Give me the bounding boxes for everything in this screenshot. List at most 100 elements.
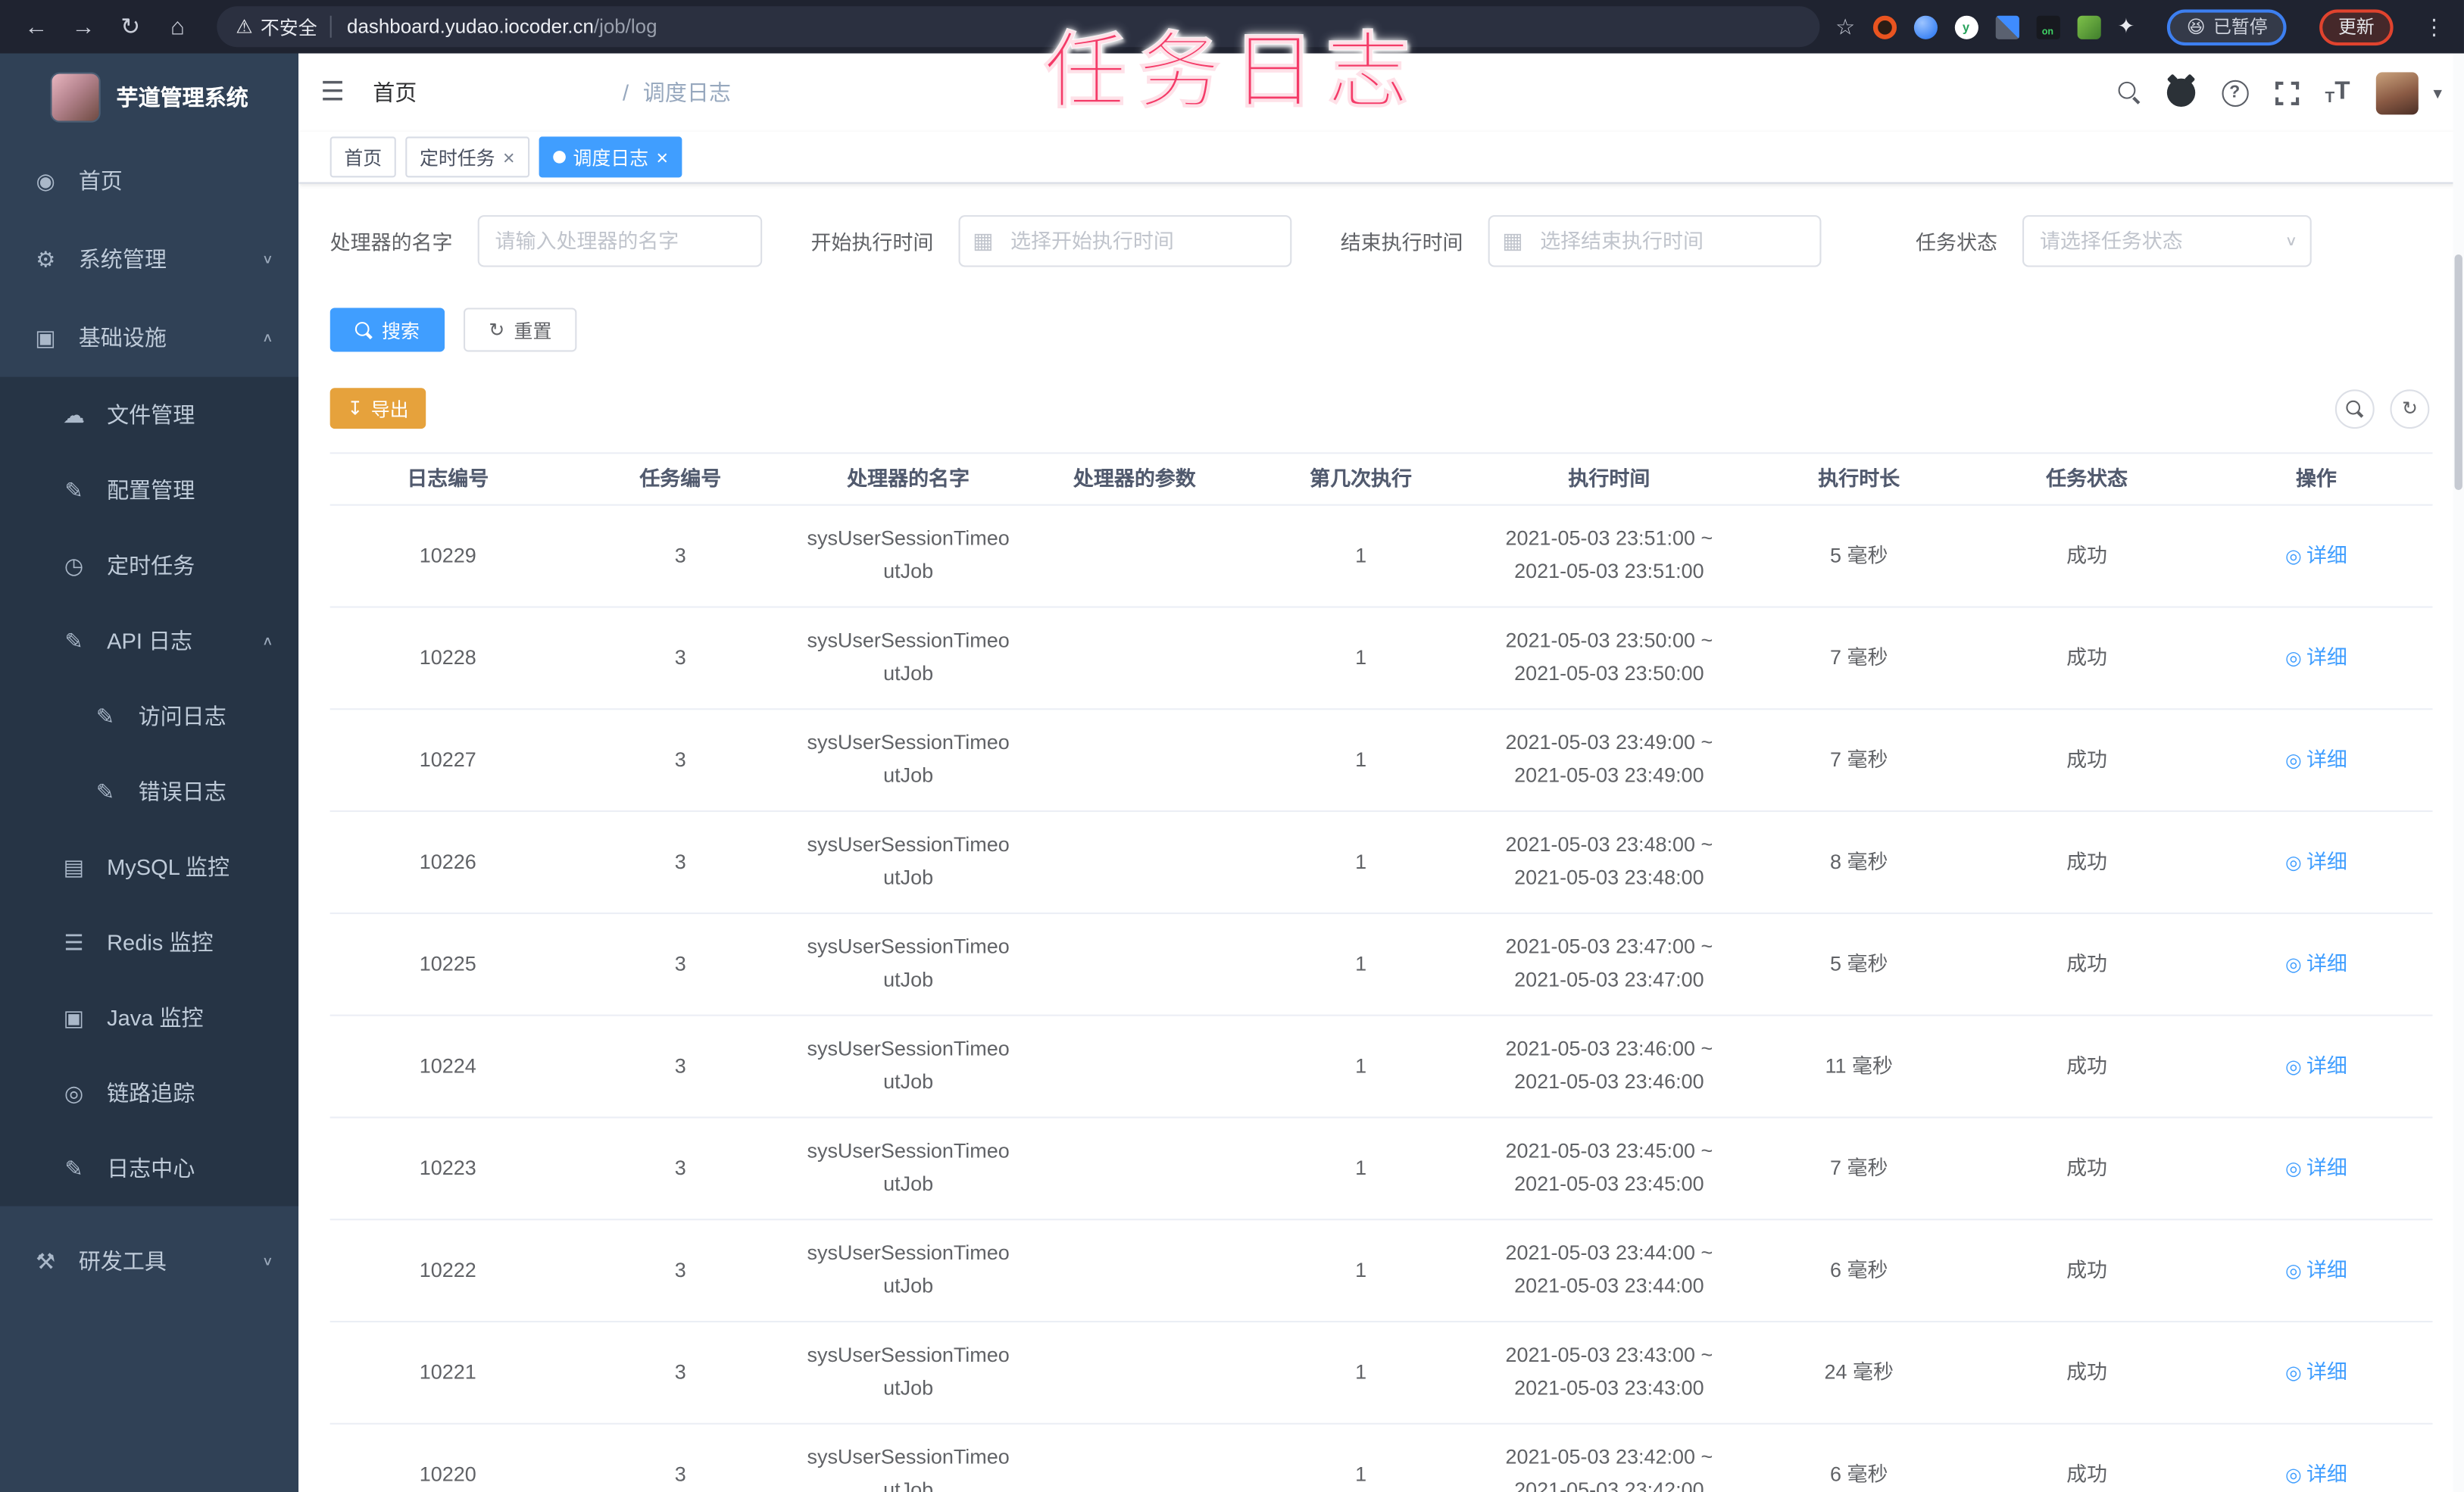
sidebar-item-home[interactable]: ◉ 首页 [0,142,298,220]
extension-y-icon[interactable]: y [1953,14,1978,39]
paused-badge[interactable]: 😆 已暂停 [2167,8,2287,45]
cell-index: 1 [1355,950,1367,975]
detail-link[interactable]: ◎ 详细 [2285,1459,2347,1491]
cell-exec-time: 2021-05-03 23:43:00 ~ 2021-05-03 23:43:0… [1505,1343,1713,1400]
sidebar-item-mysql[interactable]: ▤ MySQL 监控 [0,829,298,905]
tags-view-bar: 首页 定时任务 × 调度日志 × [298,132,2464,184]
browser-menu-kebab-icon[interactable]: ⋮ [2423,14,2447,40]
eye-icon: ◎ [2284,1360,2302,1383]
sidebar-item-job[interactable]: ◷ 定时任务 [0,528,298,604]
browser-reload-icon[interactable]: ↻ [113,9,148,44]
cell-log-id: 10227 [419,747,476,771]
sidebar-logo-row[interactable]: 芋道管理系统 [0,54,298,142]
user-avatar[interactable] [2376,71,2419,114]
search-icon [354,321,373,339]
cell-index: 1 [1355,542,1367,567]
close-icon[interactable]: × [656,147,668,167]
end-time-input[interactable] [1488,215,1822,267]
extension-on-icon[interactable]: on [2035,14,2060,39]
start-time-input[interactable] [958,215,1292,267]
column-header: 任务编号 [639,466,722,490]
tab-scheduled-jobs[interactable]: 定时任务 × [405,136,529,178]
sidebar-item-trace[interactable]: ◎ 链路追踪 [0,1056,298,1131]
search-icon[interactable] [2117,81,2140,104]
sidebar-item-log-center[interactable]: ✎ 日志中心 [0,1131,298,1206]
breadcrumb-home[interactable]: 首页 [373,77,608,108]
tab-job-log-active[interactable]: 调度日志 × [538,136,682,178]
cell-status: 成功 [2066,1155,2108,1179]
detail-link[interactable]: ◎ 详细 [2285,540,2347,573]
cell-status: 成功 [2066,1461,2108,1485]
cell-job-id: 3 [674,950,686,975]
caret-down-icon[interactable]: ▾ [2433,83,2441,103]
active-tab-dot [552,151,566,164]
update-button[interactable]: 更新 [2319,8,2394,45]
bookmark-star-icon[interactable]: ☆ [1835,14,1855,40]
detail-link[interactable]: ◎ 详细 [2285,1356,2347,1389]
cell-action: ◎ 详细 [2200,1152,2432,1185]
detail-link[interactable]: ◎ 详细 [2285,642,2347,675]
app-logo-avatar [50,72,101,123]
cell-job-id: 3 [674,849,686,873]
fullscreen-icon[interactable] [2275,80,2299,105]
sidebar-item-label: API 日志 [107,628,193,654]
eye-icon: ◎ [2284,1054,2302,1077]
sidebar-item-config[interactable]: ✎ 配置管理 [0,452,298,528]
handler-name-input[interactable] [477,215,763,267]
detail-link[interactable]: ◎ 详细 [2285,846,2347,879]
cell-log-id: 10229 [419,542,476,567]
extension-blue-icon[interactable] [1913,14,1938,39]
detail-link[interactable]: ◎ 详细 [2285,948,2347,981]
sidebar-item-redis[interactable]: ☰ Redis 监控 [0,904,298,980]
docs-question-icon[interactable]: ? [2221,79,2248,106]
sidebar-item-devtools[interactable]: ⚒ 研发工具 ∨ [0,1222,298,1300]
toggle-search-button[interactable] [2334,389,2375,429]
detail-link[interactable]: ◎ 详细 [2285,1152,2347,1185]
cell-handler: sysUserSessionTimeoutJob [807,628,1010,685]
browser-forward-icon[interactable]: → [66,9,101,44]
filter-end-time: 结束执行时间 ▦ [1341,215,1822,267]
reset-button[interactable]: ↻ 重置 [464,307,577,352]
sidebar-item-system[interactable]: ⚙ 系统管理 ∨ [0,220,298,298]
task-status-select[interactable] [2022,215,2312,267]
extension-green-icon[interactable] [2076,14,2100,39]
refresh-table-button[interactable]: ↻ [2390,389,2430,429]
column-header: 任务状态 [2046,466,2128,490]
sidebar-item-infra[interactable]: ▣ 基础设施 ∧ [0,298,298,377]
detail-link[interactable]: ◎ 详细 [2285,744,2347,776]
cell-duration: 8 毫秒 [1830,849,1888,873]
sidebar-item-file[interactable]: ☁ 文件管理 [0,377,298,453]
cell-index: 1 [1355,849,1367,873]
address-bar[interactable]: ⚠ 不安全 dashboard.yudao.iocoder.cn/job/log [217,6,1820,48]
detail-link[interactable]: ◎ 详细 [2285,1254,2347,1287]
url-domain: dashboard.yudao.iocoder.cn [347,15,594,38]
browser-home-icon[interactable]: ⌂ [161,9,195,44]
table-row: 10224 3 sysUserSessionTimeoutJob 1 2021-… [329,1016,2433,1119]
tab-home[interactable]: 首页 [329,136,396,178]
search-button[interactable]: 搜索 [329,307,445,352]
sidebar-item-access-log[interactable]: ✎ 访问日志 [0,679,298,754]
page-scrollbar[interactable] [2453,53,2464,1492]
eye-icon: ◎ [64,1079,84,1105]
sidebar-item-api-log[interactable]: ✎ API 日志 ∧ [0,603,298,679]
export-button[interactable]: ↧ 导出 [329,388,426,429]
extension-grid-icon[interactable] [1994,14,2019,39]
sidebar-item-java[interactable]: ▣ Java 监控 [0,980,298,1056]
scrollbar-thumb[interactable] [2454,254,2462,490]
column-header: 处理器的名字 [847,466,970,490]
detail-link[interactable]: ◎ 详细 [2285,1050,2347,1083]
close-icon[interactable]: × [503,147,515,167]
sidebar-item-label: 日志中心 [107,1156,195,1181]
extensions-puzzle-icon[interactable]: ✦ [2118,14,2135,39]
extension-orange-icon[interactable] [1872,14,1897,39]
hamburger-icon[interactable]: ☰ [320,77,345,108]
cell-handler: sysUserSessionTimeoutJob [807,1138,1010,1196]
cell-log-id: 10226 [419,849,476,873]
github-icon[interactable] [2166,78,2195,108]
toolbar-right: ↻ [2334,389,2430,429]
filter-form: 处理器的名字 开始执行时间 ▦ 结束执行时间 [330,215,2433,267]
sidebar-item-error-log[interactable]: ✎ 错误日志 [0,754,298,829]
browser-back-icon[interactable]: ← [19,9,54,44]
cell-action: ◎ 详细 [2200,641,2432,675]
font-size-icon[interactable]: TT [2325,79,2350,107]
